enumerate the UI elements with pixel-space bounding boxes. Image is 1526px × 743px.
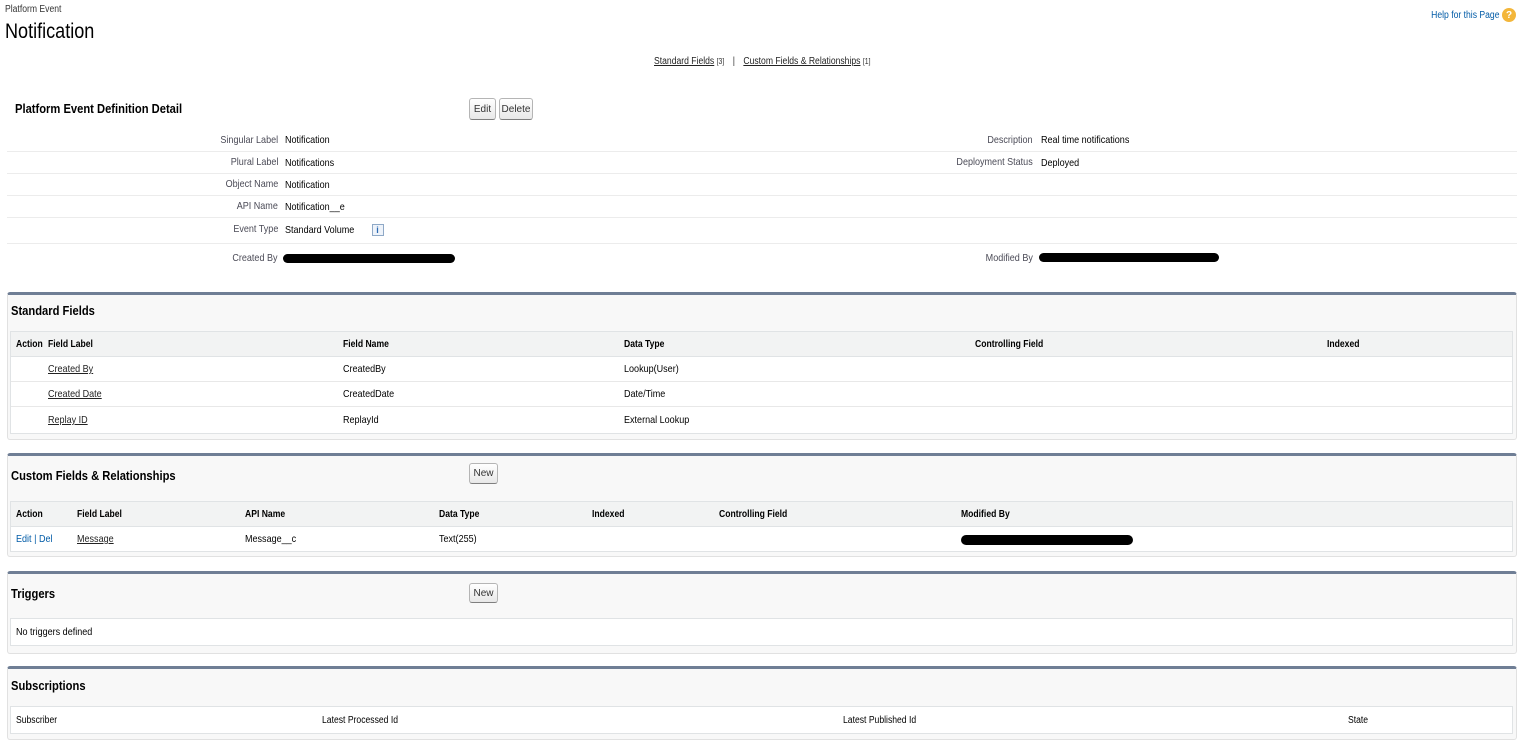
action-separator: | [34, 533, 37, 545]
plural-label-value: Notifications [285, 157, 335, 169]
subscriptions-section: Subscriptions Subscriber Latest Processe… [7, 666, 1517, 740]
standard-fields-title: Standard Fields [11, 303, 95, 318]
quicklink-custom-count: [1] [862, 57, 871, 66]
column-header-indexed: Indexed [592, 508, 625, 520]
modified-by-redacted [1039, 253, 1219, 262]
description-value: Real time notifications [1041, 134, 1130, 146]
table-header-row: Action Field Label API Name Data Type In… [11, 502, 1512, 527]
table-row: Created Date CreatedDate Date/Time [11, 382, 1512, 407]
triggers-section: Triggers New No triggers defined [7, 571, 1517, 654]
info-icon[interactable]: i [371, 224, 384, 237]
new-custom-field-button[interactable]: New [469, 463, 498, 484]
column-header-field-label: Field Label [48, 338, 93, 350]
api-name-value: Notification__e [285, 201, 345, 213]
column-header-modified-by: Modified By [961, 508, 1010, 520]
api-name-label: API Name [236, 200, 278, 212]
standard-fields-section: Standard Fields Action Field Label Field… [7, 292, 1517, 440]
data-type-cell: Date/Time [624, 388, 666, 400]
new-trigger-button[interactable]: New [469, 583, 498, 603]
column-header-latest-processed-id: Latest Processed Id [322, 714, 399, 726]
edit-button[interactable]: Edit [469, 98, 496, 120]
object-name-label: Object Name [225, 178, 278, 190]
column-header-action: Action [16, 508, 43, 520]
event-type-label: Event Type [232, 223, 278, 235]
table-row: Edit | Del Message Message__c Text(255) [11, 527, 1512, 551]
edit-link[interactable]: Edit [16, 533, 32, 545]
field-name-cell: CreatedBy [343, 363, 386, 375]
detail-row-3: Object Name Notification [7, 174, 1517, 196]
detail-row-1: Singular Label Notification Description … [7, 128, 1517, 152]
field-label-link[interactable]: Created By [48, 363, 93, 375]
object-name-value: Notification [285, 179, 330, 191]
standard-fields-table: Action Field Label Field Name Data Type … [10, 331, 1513, 434]
deployment-status-value: Deployed [1041, 157, 1080, 169]
modified-by-label: Modified By [985, 252, 1033, 264]
column-header-action: Action [16, 338, 43, 350]
subscriptions-table: Subscriber Latest Processed Id Latest Pu… [10, 706, 1513, 734]
field-name-cell: ReplayId [343, 414, 379, 426]
detail-row-2: Plural Label Notifications Deployment St… [7, 152, 1517, 174]
data-type-cell: Text(255) [439, 533, 477, 545]
singular-label-value: Notification [285, 134, 330, 146]
quicklink-custom-fields[interactable]: Custom Fields & Relationships [743, 56, 860, 67]
table-row: Replay ID ReplayId External Lookup [11, 407, 1512, 433]
column-header-latest-published-id: Latest Published Id [843, 714, 917, 726]
custom-fields-title: Custom Fields & Relationships [11, 468, 176, 483]
column-header-subscriber: Subscriber [16, 714, 58, 726]
triggers-title: Triggers [11, 586, 56, 601]
description-label: Description [987, 134, 1033, 146]
event-type-value: Standard Volume i [285, 224, 384, 237]
quicklink-standard-count: [3] [716, 57, 725, 66]
column-header-controlling-field: Controlling Field [719, 508, 788, 520]
detail-section-title: Platform Event Definition Detail [15, 101, 183, 116]
object-type-label: Platform Event [5, 4, 62, 15]
help-link-label[interactable]: Help for this Page [1431, 10, 1499, 21]
field-label-link[interactable]: Replay ID [48, 414, 88, 426]
column-header-data-type: Data Type [439, 508, 480, 520]
triggers-table: No triggers defined [10, 618, 1513, 646]
created-by-label: Created By [232, 252, 278, 264]
detail-row-4: API Name Notification__e [7, 196, 1517, 218]
api-name-cell: Message__c [245, 533, 297, 545]
help-link[interactable]: Help for this Page ? [1420, 8, 1516, 22]
field-name-cell: CreatedDate [343, 388, 395, 400]
table-header-row: Subscriber Latest Processed Id Latest Pu… [11, 707, 1512, 733]
column-header-indexed: Indexed [1327, 338, 1360, 350]
field-label-link[interactable]: Created Date [48, 388, 102, 400]
data-type-cell: Lookup(User) [624, 363, 679, 375]
column-header-controlling-field: Controlling Field [975, 338, 1044, 350]
detail-row-5: Event Type Standard Volume i [7, 218, 1517, 244]
delete-link[interactable]: Del [39, 533, 53, 545]
custom-fields-section: Custom Fields & Relationships New Action… [7, 453, 1517, 557]
no-triggers-message: No triggers defined [16, 626, 93, 638]
help-icon[interactable]: ? [1502, 8, 1516, 22]
created-by-redacted [283, 254, 455, 263]
deployment-status-label: Deployment Status [956, 156, 1033, 168]
data-type-cell: External Lookup [624, 414, 690, 426]
quick-links: Standard Fields [3] | Custom Fields & Re… [654, 56, 906, 67]
column-header-api-name: API Name [245, 508, 286, 520]
custom-fields-table: Action Field Label API Name Data Type In… [10, 501, 1513, 552]
column-header-field-name: Field Name [343, 338, 389, 350]
column-header-data-type: Data Type [624, 338, 665, 350]
table-header-row: Action Field Label Field Name Data Type … [11, 332, 1512, 357]
delete-button[interactable]: Delete [499, 98, 533, 120]
subscriptions-title: Subscriptions [11, 678, 86, 693]
quicklink-separator: | [732, 56, 735, 67]
table-row: Created By CreatedBy Lookup(User) [11, 357, 1512, 382]
column-header-state: State [1348, 714, 1369, 726]
quicklink-standard-fields[interactable]: Standard Fields [654, 56, 714, 67]
detail-row-6: Created By Modified By [7, 244, 1517, 274]
page-title: Notification [5, 20, 95, 43]
singular-label-label: Singular Label [220, 134, 278, 146]
plural-label-label: Plural Label [230, 156, 278, 168]
column-header-field-label: Field Label [77, 508, 122, 520]
modified-by-redacted [961, 535, 1133, 545]
field-label-link[interactable]: Message [77, 533, 114, 545]
